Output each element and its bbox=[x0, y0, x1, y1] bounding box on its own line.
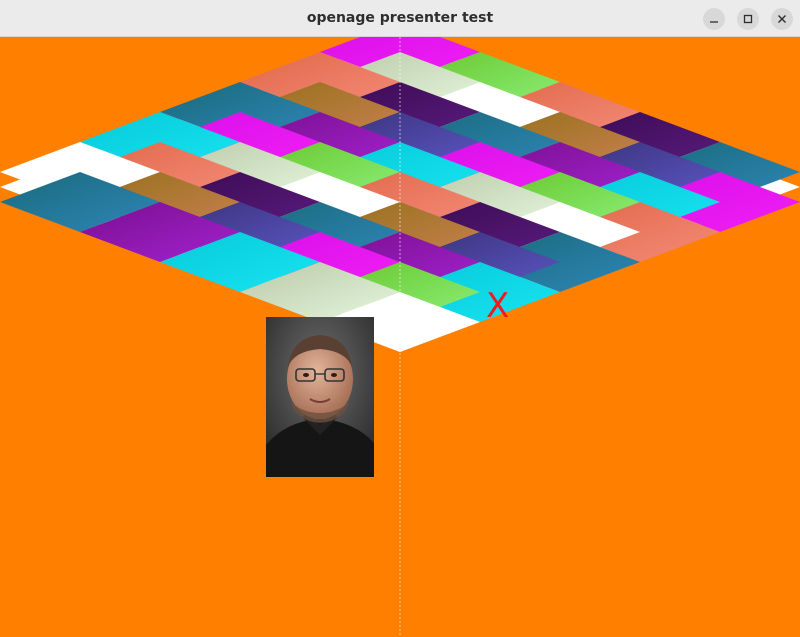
title-bar[interactable]: openage presenter test bbox=[0, 0, 800, 37]
terrain-grid bbox=[0, 37, 800, 637]
portrait-image bbox=[266, 317, 374, 477]
window-title: openage presenter test bbox=[306, 10, 494, 26]
marker-x: X bbox=[486, 286, 510, 326]
minimize-button[interactable] bbox=[703, 8, 725, 30]
close-button[interactable] bbox=[771, 8, 793, 30]
maximize-button[interactable] bbox=[737, 8, 759, 30]
render-canvas[interactable]: X bbox=[0, 37, 800, 637]
minimize-icon bbox=[709, 14, 719, 24]
maximize-icon bbox=[743, 14, 753, 24]
app-window: openage presenter test X bbox=[0, 0, 800, 637]
close-icon bbox=[777, 14, 787, 24]
